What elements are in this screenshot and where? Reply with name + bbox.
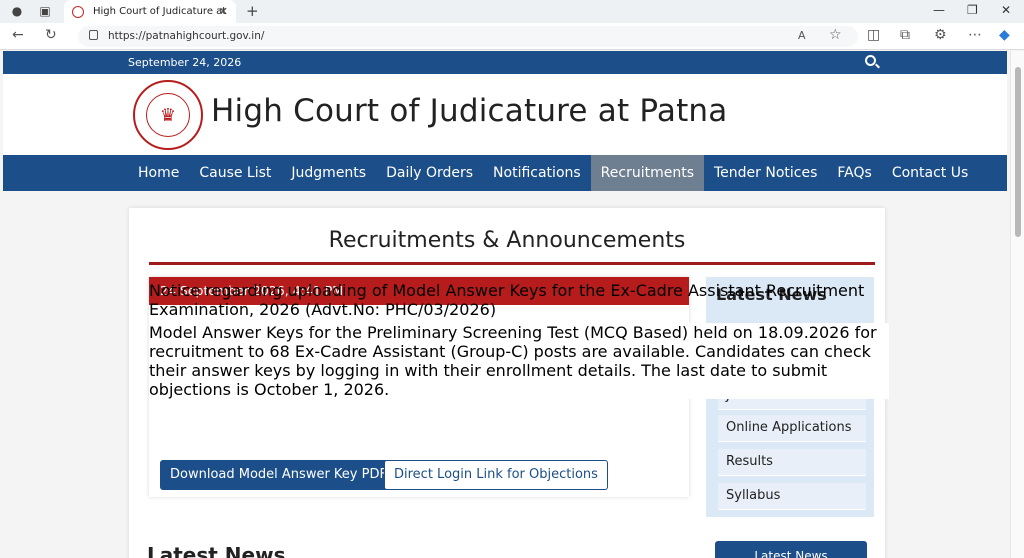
split-screen-icon[interactable]: ◫ (867, 27, 880, 43)
more-menu-icon[interactable]: ⋯ (968, 27, 982, 43)
nav-tender-notices[interactable]: Tender Notices (704, 155, 827, 191)
nav-faqs[interactable]: FAQs (827, 155, 881, 191)
top-strip: September 24, 2026 (3, 51, 1007, 74)
notice-heading: Notice regarding uploading of Model Answ… (149, 281, 865, 319)
nav-daily-orders[interactable]: Daily Orders (376, 155, 483, 191)
nav-notifications[interactable]: Notifications (483, 155, 591, 191)
latest-news-button[interactable]: Latest News (715, 541, 867, 558)
address-bar-row: ← ↻ https://patnahighcourt.gov.in/ A ☆ ◫… (0, 23, 1024, 50)
court-seal-logo: ♛ (133, 80, 203, 150)
profile-icon[interactable]: ● (10, 4, 24, 18)
latest-news-heading: Latest News (147, 543, 286, 558)
content-card: Recruitments & Announcements 24 Septembe… (129, 208, 889, 558)
close-tab-icon[interactable]: ✕ (219, 5, 228, 18)
site-title: High Court of Judicature at Patna (211, 93, 728, 129)
scrollbar-thumb[interactable] (1015, 67, 1021, 237)
main-nav: Home Cause List Judgments Daily Orders N… (3, 155, 1007, 191)
minimize-icon[interactable]: — (933, 3, 945, 17)
close-window-icon[interactable]: ✕ (1001, 3, 1011, 17)
browser-tab-bar: ● ▣ High Court of Judicature at ✕ + — ❐ … (0, 0, 1024, 23)
new-tab-icon[interactable]: + (246, 2, 259, 20)
url-input[interactable]: https://patnahighcourt.gov.in/ (78, 26, 858, 47)
tab-title: High Court of Judicature at (93, 6, 227, 17)
read-aloud-icon[interactable]: A (798, 29, 806, 42)
notice-body: Model Answer Keys for the Preliminary Sc… (149, 323, 889, 399)
maximize-icon[interactable]: ❐ (967, 3, 978, 17)
extensions-icon[interactable]: ⚙ (934, 27, 947, 43)
lock-icon (89, 30, 98, 40)
search-icon[interactable] (865, 55, 876, 66)
title-divider (149, 262, 875, 265)
page-title: Recruitments & Announcements (328, 228, 686, 253)
current-date: September 24, 2026 (128, 56, 242, 69)
nav-contact-us[interactable]: Contact Us (882, 155, 978, 191)
site-header: ♛ High Court of Judicature at Patna (3, 74, 1007, 155)
page-scrollbar[interactable] (1010, 51, 1024, 558)
download-answer-key-button[interactable]: Download Model Answer Key PDF (160, 460, 397, 490)
browser-tab[interactable]: High Court of Judicature at ✕ (64, 0, 236, 23)
refresh-icon[interactable]: ↻ (45, 27, 57, 43)
copilot-icon[interactable]: ◆ (999, 27, 1010, 43)
nav-recruitments[interactable]: Recruitments (590, 155, 704, 191)
collections-icon[interactable]: ⧉ (900, 27, 910, 43)
web-page: September 24, 2026 ♛ High Court of Judic… (0, 51, 1010, 558)
site-favicon-icon (72, 5, 84, 18)
nav-home[interactable]: Home (128, 155, 189, 191)
objection-login-button[interactable]: Direct Login Link for Objections (384, 460, 608, 490)
nav-judgments[interactable]: Judgments (281, 155, 376, 191)
emblem-icon: ♛ (146, 93, 190, 137)
nav-cause-list[interactable]: Cause List (189, 155, 281, 191)
tab-actions-icon[interactable]: ▣ (38, 4, 52, 18)
back-icon[interactable]: ← (12, 27, 24, 43)
url-text: https://patnahighcourt.gov.in/ (108, 30, 265, 42)
favorite-star-icon[interactable]: ☆ (829, 27, 842, 43)
